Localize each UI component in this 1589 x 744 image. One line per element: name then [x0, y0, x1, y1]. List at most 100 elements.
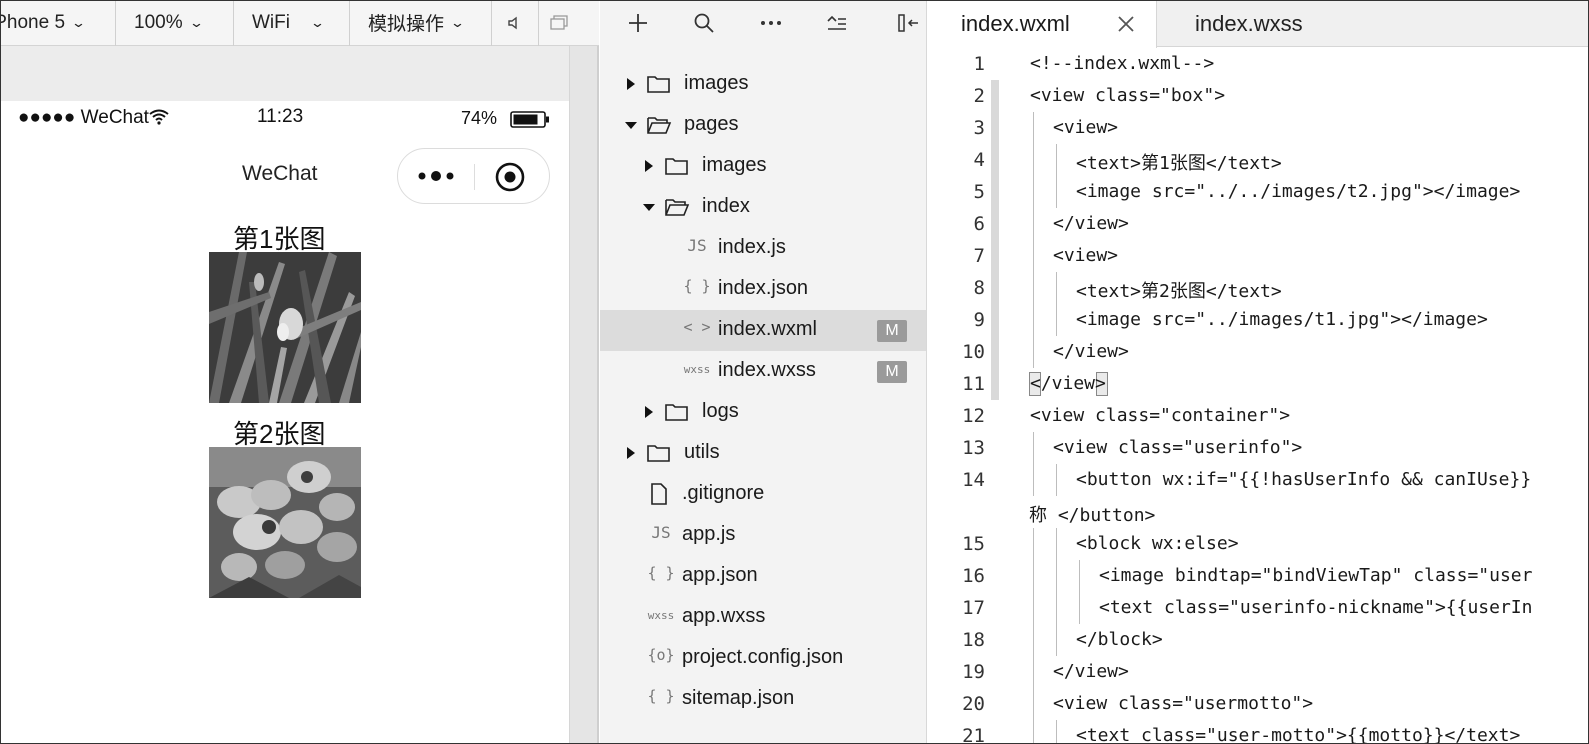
wifi-icon — [149, 109, 169, 125]
line-number: 12 — [962, 405, 985, 427]
nav-title: WeChat — [242, 162, 318, 185]
tree-item[interactable]: { } index.json — [600, 269, 926, 310]
tree-item-label: logs — [702, 400, 739, 422]
tree-item[interactable]: wxss app.wxss — [600, 597, 926, 638]
code-line: 2 <view class="box"> — [927, 80, 1589, 112]
chevron-down-icon: ⌄ — [309, 14, 326, 30]
editor-tabs: index.wxml index.wxss — [927, 0, 1589, 48]
tree-item-label: utils — [684, 441, 720, 463]
add-file-icon[interactable] — [600, 0, 676, 46]
code-text: <view> — [1053, 117, 1119, 138]
code-text: <image bindtap="bindViewTap" class="user — [1099, 565, 1533, 586]
line-number: 19 — [962, 661, 985, 683]
tab-index-wxml[interactable]: index.wxml — [927, 0, 1157, 48]
file-explorer: images pages images index JS index.js { } index… — [600, 0, 927, 744]
code-text: <button wx:if="{{!hasUserInfo && canIUse… — [1076, 469, 1532, 490]
window-icon[interactable] — [538, 0, 578, 46]
code-line: 称 </button> — [927, 496, 1589, 528]
tree-item[interactable]: pages — [600, 105, 926, 146]
tree-item[interactable]: wxss index.wxss M — [600, 351, 926, 392]
indent-guide — [1056, 720, 1057, 744]
tree-item[interactable]: { } sitemap.json — [600, 679, 926, 720]
tree-item[interactable]: {o} project.config.json — [600, 638, 926, 679]
indent-guide — [1033, 144, 1034, 176]
code-text: <view class="userinfo"> — [1053, 437, 1303, 458]
operation-select[interactable]: 模拟操作 ⌄ — [350, 0, 492, 46]
indent-guide — [1033, 272, 1034, 304]
device-select-label: iPhone 5 — [0, 11, 66, 33]
code-text: <text class="userinfo-nickname">{{userIn — [1099, 597, 1533, 618]
indent-guide — [1033, 656, 1034, 688]
modified-badge: M — [877, 320, 907, 342]
indent-guide — [1033, 592, 1034, 624]
tree-item[interactable]: images — [600, 64, 926, 105]
config-file-icon: {o} — [647, 646, 675, 664]
more-icon[interactable] — [415, 159, 457, 193]
code-text: <!--index.wxml--> — [1030, 53, 1215, 74]
tree-item[interactable]: utils — [600, 433, 926, 474]
code-line: 15 <block wx:else> — [927, 528, 1589, 560]
tree-item[interactable]: JS app.js — [600, 515, 926, 556]
line-number: 10 — [962, 341, 985, 363]
caret-right-icon[interactable] — [642, 159, 656, 173]
speaker-icon[interactable] — [492, 0, 538, 46]
photo-plants — [209, 252, 361, 403]
indent-guide — [1033, 112, 1034, 144]
caret-down-icon[interactable] — [642, 200, 656, 214]
tree-item[interactable]: logs — [600, 392, 926, 433]
js-file-icon: JS — [687, 236, 707, 255]
search-icon[interactable] — [676, 0, 732, 46]
indent-guide — [1056, 528, 1057, 560]
tab-index-wxss[interactable]: index.wxss — [1195, 0, 1303, 47]
tree-item[interactable]: < > index.wxml M — [600, 310, 926, 351]
code-text: <image src="../images/t1.jpg"></image> — [1076, 309, 1488, 330]
tab-label: index.wxml — [961, 11, 1070, 36]
line-number: 7 — [973, 245, 985, 267]
code-text: </view> — [1053, 661, 1129, 682]
code-line: 7 <view> — [927, 240, 1589, 272]
close-target-icon[interactable] — [494, 161, 526, 193]
caret-down-icon[interactable] — [624, 118, 638, 132]
network-select[interactable]: WiFi ⌄ — [234, 0, 350, 46]
status-time: 11:23 — [257, 106, 304, 127]
chevron-down-icon: ⌄ — [449, 14, 466, 30]
caret-right-icon[interactable] — [624, 77, 638, 91]
simulator-sash[interactable] — [569, 46, 599, 744]
code-text: <text>第1张图</text> — [1076, 153, 1282, 174]
indent-guide — [1056, 176, 1057, 208]
code-text: <text class="user-motto">{{motto}}</text… — [1076, 725, 1521, 744]
tree-item-label: .gitignore — [682, 482, 765, 504]
split-panel-icon[interactable] — [864, 0, 924, 46]
capsule-divider — [474, 164, 475, 190]
tree-item-label: pages — [684, 113, 739, 135]
close-icon[interactable] — [1115, 13, 1137, 35]
more-options-icon[interactable] — [732, 0, 810, 46]
code-text: <view class="box"> — [1030, 85, 1226, 106]
tree-item[interactable]: index — [600, 187, 926, 228]
line-number: 8 — [973, 277, 985, 299]
caret-right-icon[interactable] — [642, 405, 656, 419]
wxss-file-icon: wxss — [683, 363, 711, 376]
indent-guide — [1079, 592, 1080, 624]
indent-guide — [1056, 272, 1057, 304]
zoom-select[interactable]: 100% ⌄ — [116, 0, 234, 46]
tree-item[interactable]: { } app.json — [600, 556, 926, 597]
tab-label: index.wxss — [1195, 10, 1303, 36]
tree-item[interactable]: images — [600, 146, 926, 187]
indent-guide — [1079, 560, 1080, 592]
device-select[interactable]: iPhone 5 ⌄ — [0, 0, 116, 46]
code-line: 6 </view> — [927, 208, 1589, 240]
caret-right-icon[interactable] — [624, 446, 638, 460]
panel-divider[interactable] — [597, 46, 599, 744]
collapse-all-icon[interactable] — [810, 0, 864, 46]
tree-item[interactable]: .gitignore — [600, 474, 926, 515]
code-line: 4 <text>第1张图</text> — [927, 144, 1589, 176]
wxss-file-icon: wxss — [647, 609, 675, 622]
indent-guide — [1033, 432, 1034, 464]
indent-guide — [1033, 720, 1034, 744]
tree-item[interactable]: JS index.js — [600, 228, 926, 269]
line-number: 4 — [973, 149, 985, 171]
line-number: 20 — [962, 693, 985, 715]
photo-orchids — [209, 447, 361, 598]
code-area[interactable]: 1 <!--index.wxml--> 2 <view class="box"> 3 <v… — [927, 48, 1589, 744]
